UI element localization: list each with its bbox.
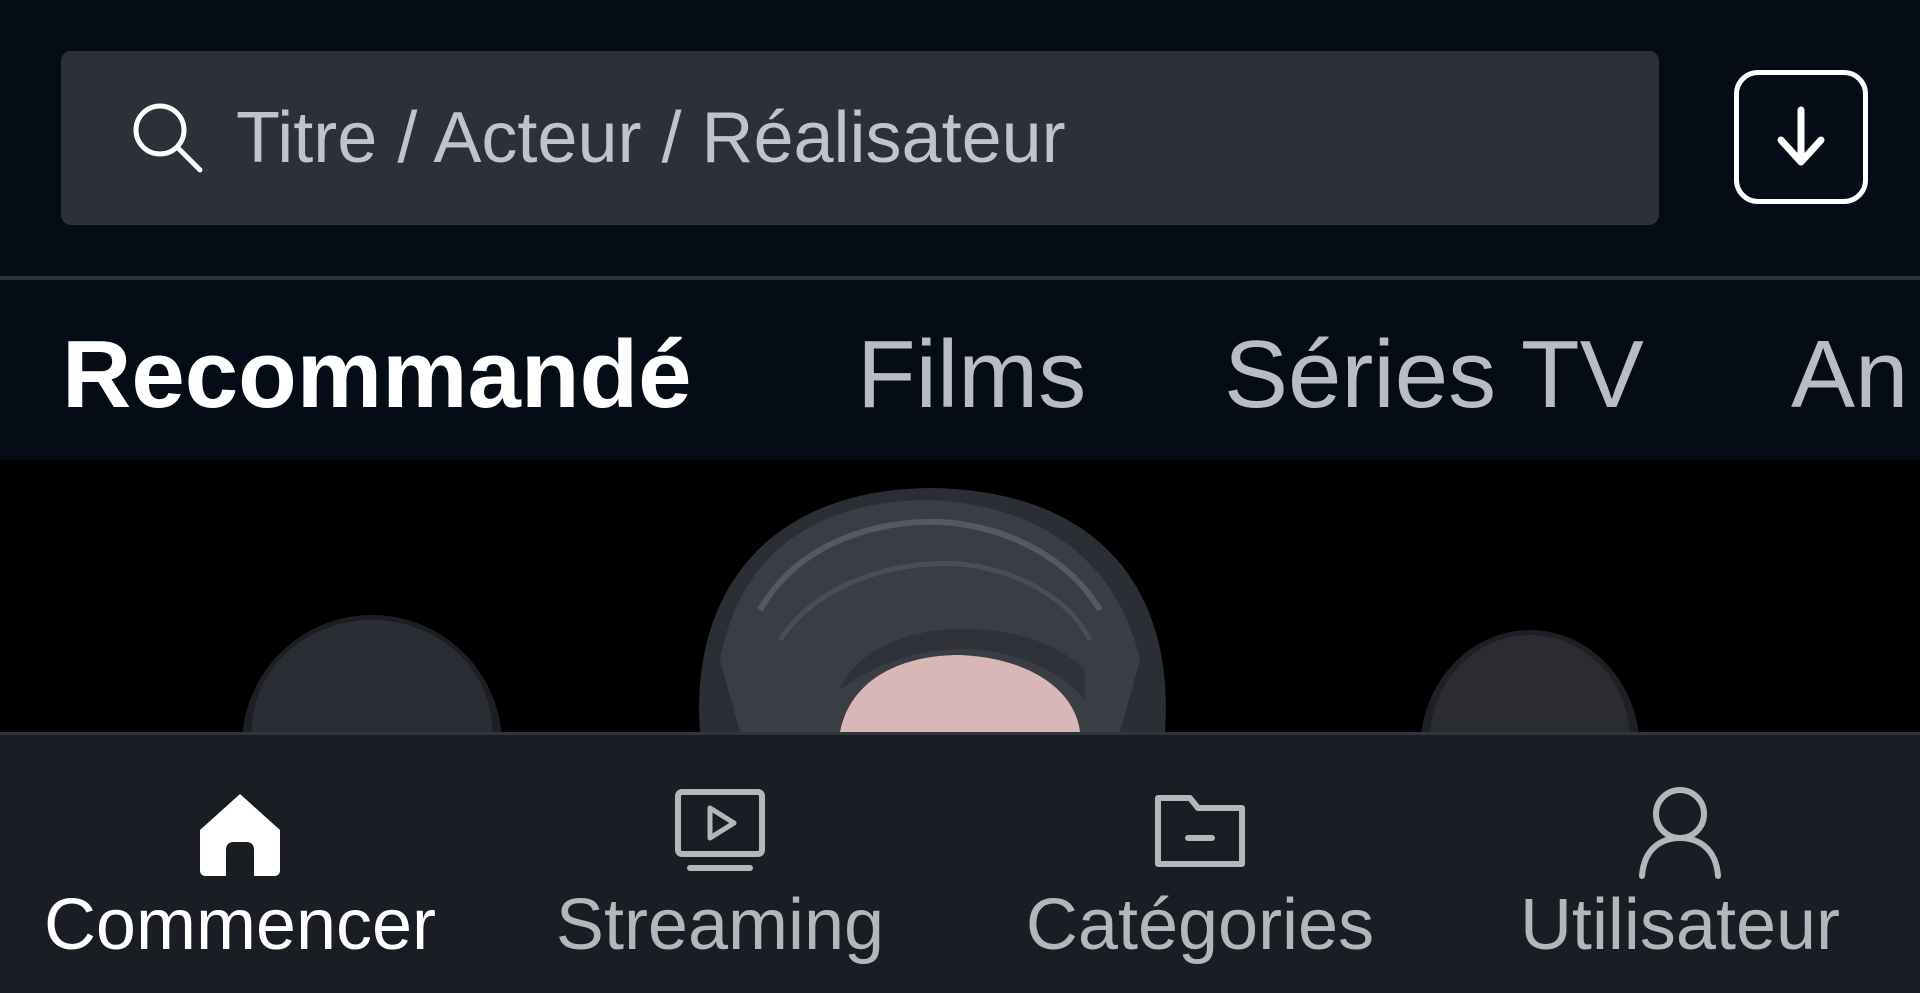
nav-label-commencer: Commencer (43, 885, 437, 965)
tab-series-tv[interactable]: Séries TV (1224, 320, 1644, 430)
nav-item-commencer[interactable]: Commencer (0, 735, 480, 993)
category-tabs: Recommandé Films Séries TV An (0, 280, 1920, 460)
download-icon (1777, 106, 1825, 166)
hero-poster-image (0, 460, 1920, 732)
user-icon (1639, 787, 1721, 879)
folder-icon (1155, 795, 1245, 867)
home-icon (200, 794, 280, 876)
top-bar (0, 0, 1920, 276)
nav-label-streaming: Streaming (555, 885, 885, 965)
hero-banner[interactable] (0, 460, 1920, 732)
tab-recommande[interactable]: Recommandé (62, 320, 692, 430)
tab-films[interactable]: Films (857, 320, 1086, 430)
tv-play-icon (675, 789, 765, 871)
search-input[interactable] (236, 82, 1616, 194)
search-icon (133, 103, 203, 173)
nav-label-utilisateur: Utilisateur (1519, 885, 1841, 965)
nav-label-categories: Catégories (1025, 885, 1375, 965)
nav-item-categories[interactable]: Catégories (960, 735, 1440, 993)
tab-partial[interactable]: An (1791, 320, 1908, 430)
download-button[interactable] (1734, 70, 1868, 204)
bottom-navigation: Commencer Streaming Catégories Utilisate… (0, 732, 1920, 993)
nav-item-streaming[interactable]: Streaming (480, 735, 960, 993)
nav-item-utilisateur[interactable]: Utilisateur (1440, 735, 1920, 993)
app-root: Recommandé Films Séries TV An (0, 0, 1920, 993)
